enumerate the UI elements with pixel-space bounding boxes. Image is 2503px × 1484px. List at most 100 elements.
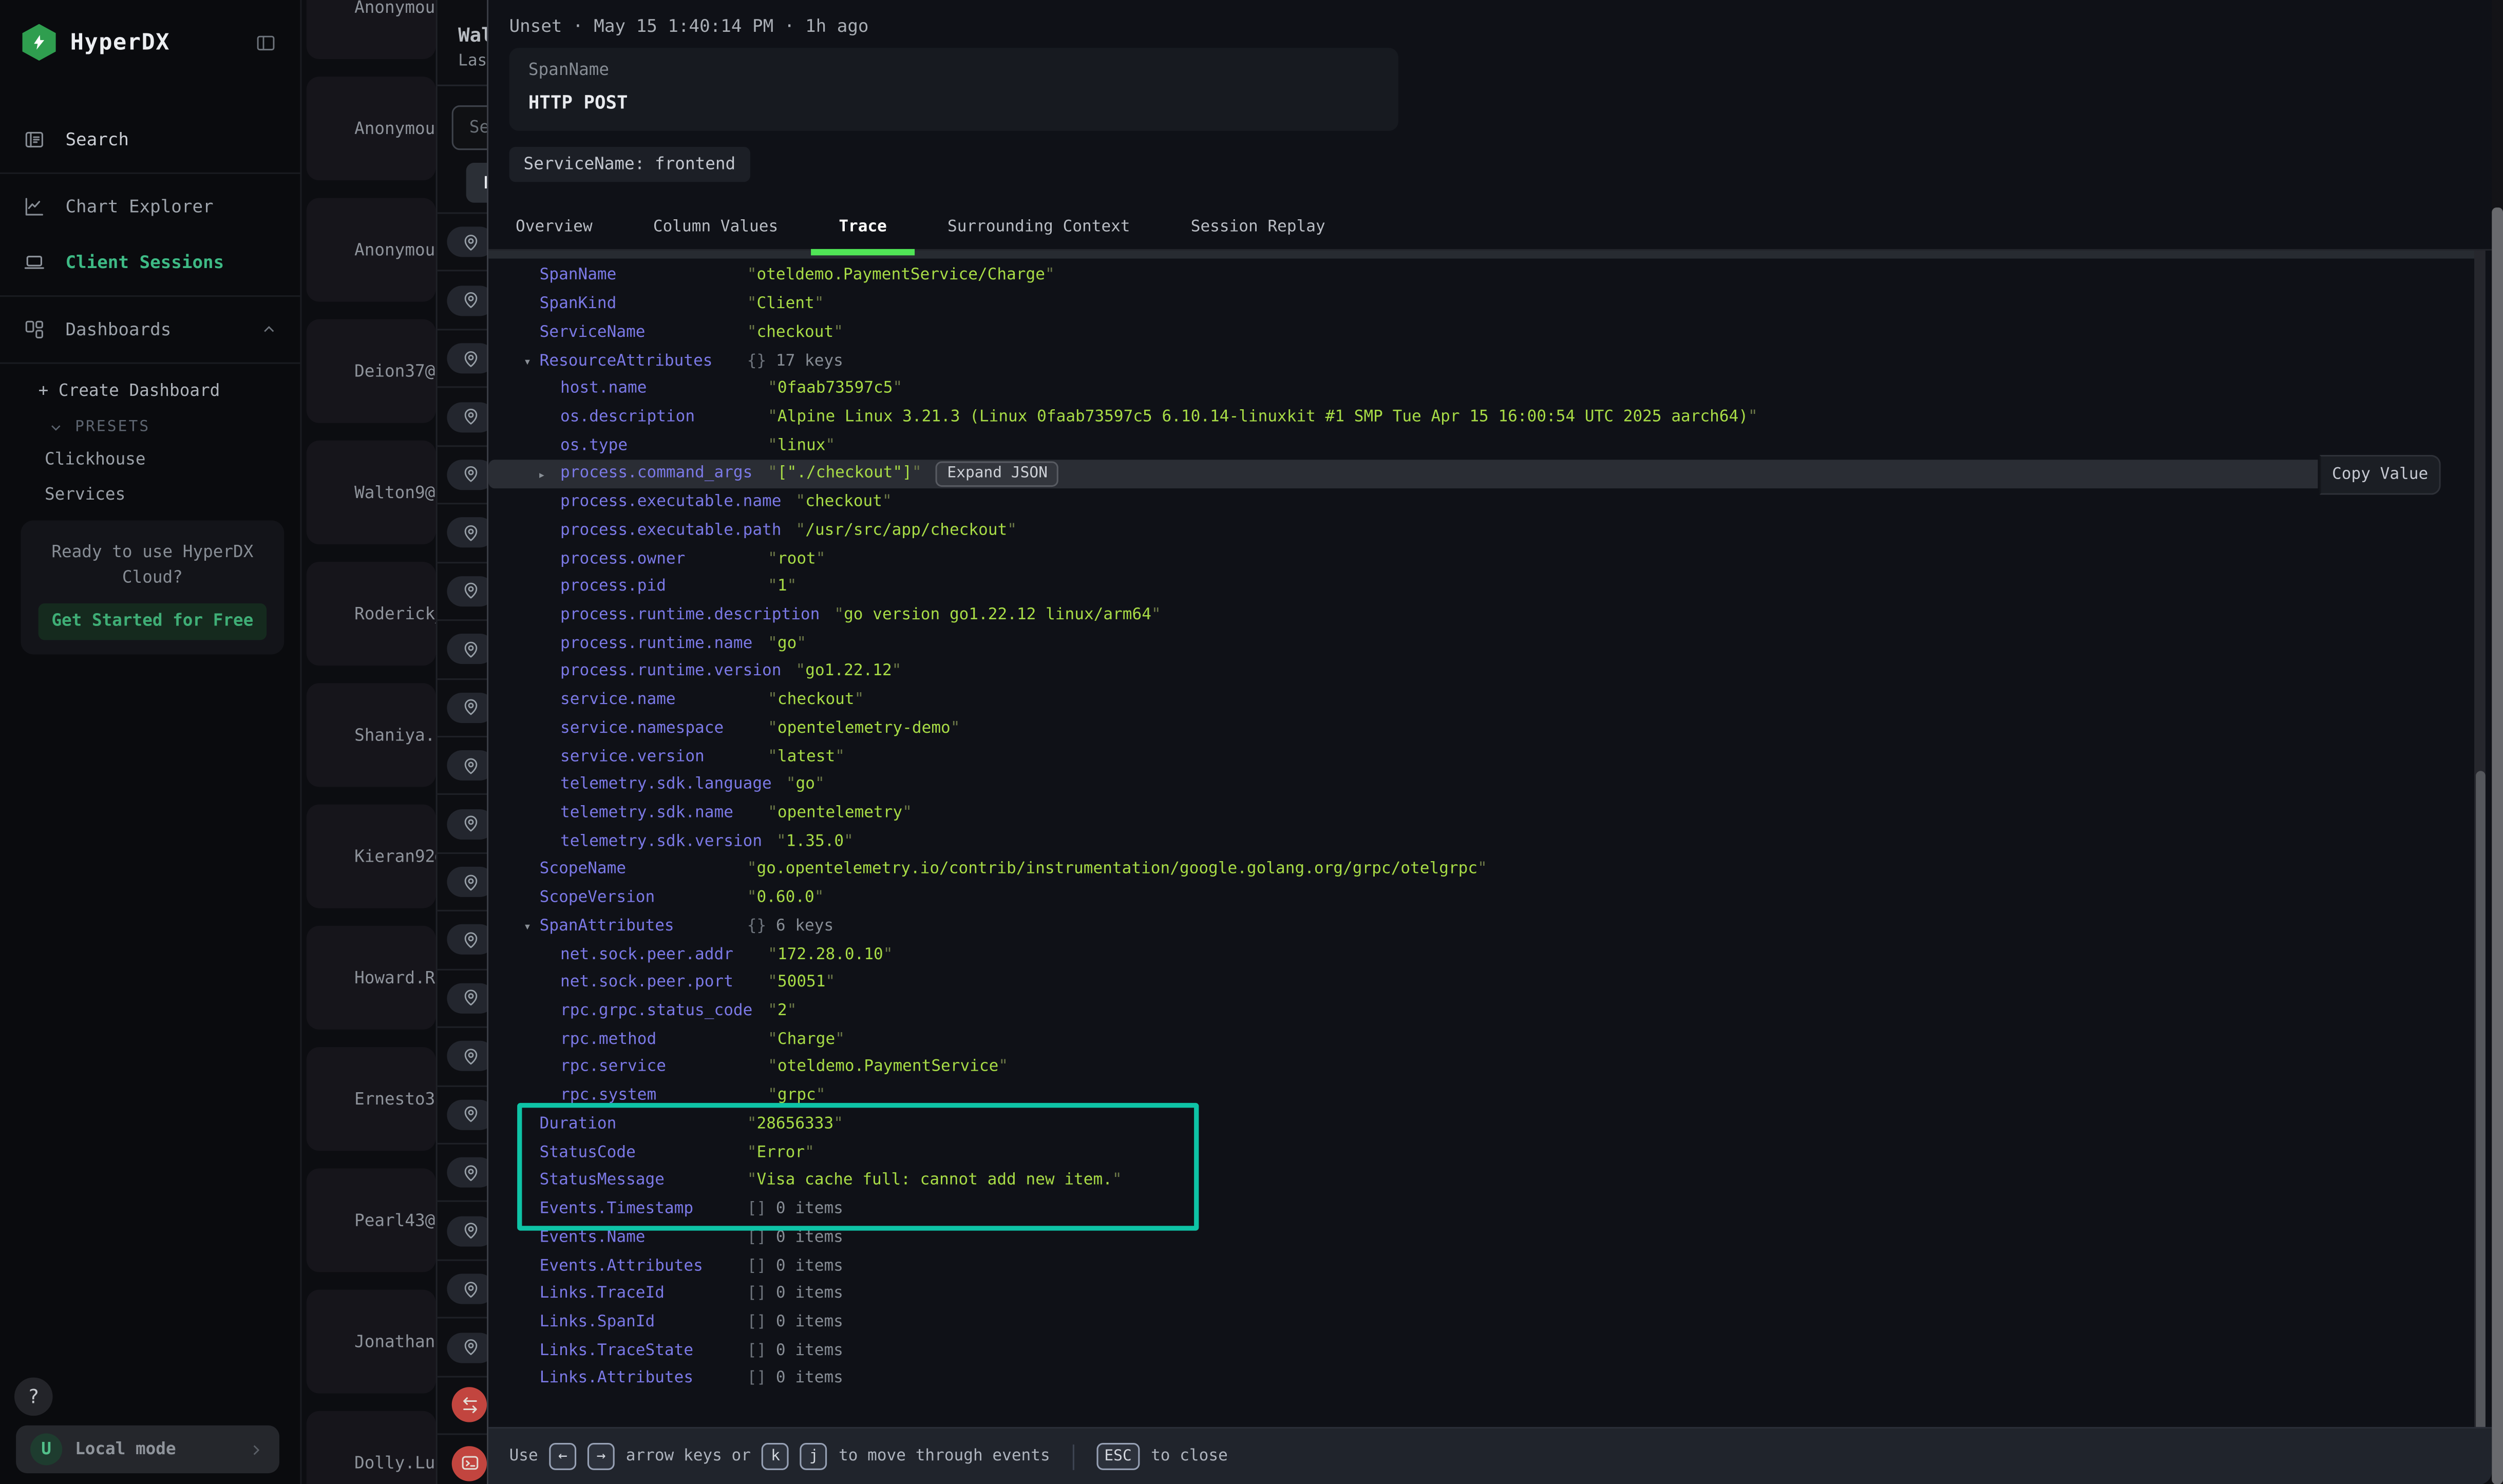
attribute-row-os.description[interactable]: os.description"Alpine Linux 3.21.3 (Linu… bbox=[488, 403, 2477, 431]
window-scrollbar-thumb[interactable] bbox=[2492, 207, 2502, 1484]
session-card[interactable]: Anonymous bbox=[307, 77, 436, 180]
local-mode-switcher[interactable]: U Local mode bbox=[16, 1425, 279, 1473]
session-event-row[interactable] bbox=[438, 736, 494, 794]
attribute-row-process.command_args[interactable]: ▸process.command_args"["./checkout"]"Exp… bbox=[488, 460, 2318, 488]
attribute-row-os.type[interactable]: os.type"linux" bbox=[488, 431, 2477, 460]
session-card[interactable]: Ernesto33@ bbox=[307, 1047, 436, 1151]
session-event-row[interactable] bbox=[438, 561, 494, 619]
sidebar-item-search[interactable]: Search bbox=[0, 112, 300, 168]
attribute-row-telemetry.sdk.language[interactable]: telemetry.sdk.language"go" bbox=[488, 771, 2477, 799]
session-event-row[interactable] bbox=[438, 1317, 494, 1375]
session-card[interactable]: Shaniya.Sc bbox=[307, 683, 436, 787]
session-card[interactable]: Deion37@gm bbox=[307, 319, 436, 423]
attribute-row-service.name[interactable]: service.name"checkout" bbox=[488, 686, 2477, 714]
attribute-row-telemetry.sdk.version[interactable]: telemetry.sdk.version"1.35.0" bbox=[488, 827, 2477, 855]
session-event-row[interactable] bbox=[438, 619, 494, 677]
presets-header[interactable]: PRESETS bbox=[0, 410, 300, 442]
attribute-row-Events.Timestamp[interactable]: Events.Timestamp[] 0 items bbox=[488, 1195, 2477, 1223]
collapse-caret-icon[interactable]: ▾ bbox=[524, 354, 532, 368]
session-event-row[interactable] bbox=[438, 329, 494, 387]
session-card[interactable]: Kieran92@h bbox=[307, 805, 436, 908]
session-event-row[interactable] bbox=[438, 1026, 494, 1085]
tab-overview[interactable]: Overview bbox=[516, 204, 593, 249]
session-event-row[interactable] bbox=[438, 1201, 494, 1259]
session-event-row[interactable] bbox=[438, 1143, 494, 1201]
window-scrollbar[interactable] bbox=[2491, 0, 2503, 1484]
attribute-row-process.runtime.version[interactable]: process.runtime.version"go1.22.12" bbox=[488, 658, 2477, 686]
service-name-chip[interactable]: ServiceName: frontend bbox=[509, 147, 750, 182]
session-event-row[interactable] bbox=[438, 271, 494, 329]
attributes-scrollbar[interactable] bbox=[2474, 251, 2486, 1427]
attribute-row-process.executable.path[interactable]: process.executable.path"/usr/src/app/che… bbox=[488, 516, 2477, 544]
attribute-row-StatusMessage[interactable]: StatusMessage"Visa cache full: cannot ad… bbox=[488, 1167, 2477, 1195]
attribute-row-Links.TraceState[interactable]: Links.TraceState[] 0 items bbox=[488, 1337, 2477, 1365]
expand-json-button[interactable]: Expand JSON bbox=[936, 461, 1059, 487]
session-event-row[interactable] bbox=[438, 1376, 494, 1434]
session-event-row[interactable] bbox=[438, 503, 494, 561]
tab-trace[interactable]: Trace bbox=[839, 204, 887, 249]
get-started-button[interactable]: Get Started for Free bbox=[39, 603, 267, 640]
session-event-row[interactable] bbox=[438, 1434, 494, 1484]
attribute-row-rpc.method[interactable]: rpc.method"Charge" bbox=[488, 1025, 2477, 1054]
session-event-row[interactable] bbox=[438, 1085, 494, 1143]
attribute-row-SpanKind[interactable]: SpanKind"Client" bbox=[488, 290, 2477, 318]
attribute-row-ScopeVersion[interactable]: ScopeVersion"0.60.0" bbox=[488, 884, 2477, 912]
session-event-row[interactable] bbox=[438, 387, 494, 445]
attribute-row-SpanAttributes[interactable]: ▾SpanAttributes{} 6 keys bbox=[488, 912, 2477, 941]
tab-column-values[interactable]: Column Values bbox=[653, 204, 778, 249]
session-event-row[interactable] bbox=[438, 212, 494, 270]
session-card[interactable]: Anonymous bbox=[307, 198, 436, 301]
attribute-row-rpc.grpc.status_code[interactable]: rpc.grpc.status_code"2" bbox=[488, 997, 2477, 1025]
attribute-row-process.runtime.name[interactable]: process.runtime.name"go" bbox=[488, 630, 2477, 658]
preset-item-services[interactable]: Services bbox=[0, 477, 300, 512]
attribute-row-ScopeName[interactable]: ScopeName"go.opentelemetry.io/contrib/in… bbox=[488, 855, 2477, 884]
sidebar-item-chart-explorer[interactable]: Chart Explorer bbox=[0, 179, 300, 235]
session-event-row[interactable] bbox=[438, 445, 494, 503]
attribute-row-Events.Name[interactable]: Events.Name[] 0 items bbox=[488, 1223, 2477, 1251]
attribute-row-ResourceAttributes[interactable]: ▾ResourceAttributes{} 17 keys bbox=[488, 347, 2477, 375]
attribute-row-Duration[interactable]: Duration"28656333" bbox=[488, 1110, 2477, 1138]
session-card[interactable]: Anonymous bbox=[307, 0, 436, 59]
attribute-row-telemetry.sdk.name[interactable]: telemetry.sdk.name"opentelemetry" bbox=[488, 799, 2477, 827]
sidebar-item-client-sessions[interactable]: Client Sessions bbox=[0, 235, 300, 291]
attribute-row-Links.Attributes[interactable]: Links.Attributes[] 0 items bbox=[488, 1365, 2477, 1393]
session-card[interactable]: Jonathan.B bbox=[307, 1290, 436, 1394]
session-event-row[interactable] bbox=[438, 794, 494, 852]
attribute-row-StatusCode[interactable]: StatusCode"Error" bbox=[488, 1138, 2477, 1167]
preset-item-clickhouse[interactable]: Clickhouse bbox=[0, 442, 300, 477]
session-event-row[interactable] bbox=[438, 968, 494, 1026]
expand-caret-icon[interactable]: ▸ bbox=[538, 467, 546, 481]
tab-surrounding-context[interactable]: Surrounding Context bbox=[947, 204, 1130, 249]
session-event-row[interactable] bbox=[438, 910, 494, 968]
attribute-row-net.sock.peer.addr[interactable]: net.sock.peer.addr"172.28.0.10" bbox=[488, 941, 2477, 969]
collapse-sidebar-icon[interactable] bbox=[254, 31, 278, 54]
session-card[interactable]: Walton9@ho bbox=[307, 441, 436, 544]
session-card[interactable]: Roderick_S bbox=[307, 562, 436, 665]
attribute-row-rpc.service[interactable]: rpc.service"oteldemo.PaymentService" bbox=[488, 1054, 2477, 1082]
session-event-row[interactable] bbox=[438, 1259, 494, 1317]
session-card[interactable]: Pearl43@ho bbox=[307, 1168, 436, 1272]
attribute-row-process.pid[interactable]: process.pid"1" bbox=[488, 573, 2477, 601]
attribute-row-Links.TraceId[interactable]: Links.TraceId[] 0 items bbox=[488, 1280, 2477, 1308]
sidebar-item-dashboards[interactable]: Dashboards bbox=[0, 301, 300, 357]
create-dashboard-button[interactable]: + Create Dashboard bbox=[0, 369, 300, 410]
attribute-row-ServiceName[interactable]: ServiceName"checkout" bbox=[488, 318, 2477, 347]
session-card[interactable]: Dolly.Lubo bbox=[307, 1411, 436, 1484]
attribute-row-process.owner[interactable]: process.owner"root" bbox=[488, 545, 2477, 573]
session-event-row[interactable] bbox=[438, 852, 494, 910]
tab-session-replay[interactable]: Session Replay bbox=[1191, 204, 1325, 249]
attribute-row-process.executable.name[interactable]: process.executable.name"checkout" bbox=[488, 488, 2477, 516]
scrollbar-thumb[interactable] bbox=[2475, 771, 2485, 1433]
attribute-row-Events.Attributes[interactable]: Events.Attributes[] 0 items bbox=[488, 1251, 2477, 1280]
attribute-row-service.namespace[interactable]: service.namespace"opentelemetry-demo" bbox=[488, 714, 2477, 743]
attribute-row-rpc.system[interactable]: rpc.system"grpc" bbox=[488, 1082, 2477, 1110]
session-event-row[interactable] bbox=[438, 678, 494, 736]
attribute-row-Links.SpanId[interactable]: Links.SpanId[] 0 items bbox=[488, 1308, 2477, 1337]
collapse-caret-icon[interactable]: ▾ bbox=[524, 920, 532, 934]
help-button[interactable]: ? bbox=[14, 1378, 53, 1416]
attribute-row-net.sock.peer.port[interactable]: net.sock.peer.port"50051" bbox=[488, 969, 2477, 997]
attribute-row-SpanName[interactable]: SpanName"oteldemo.PaymentService/Charge" bbox=[488, 262, 2477, 290]
attribute-row-host.name[interactable]: host.name"0faab73597c5" bbox=[488, 375, 2477, 403]
attribute-row-service.version[interactable]: service.version"latest" bbox=[488, 743, 2477, 771]
session-card[interactable]: Howard.Run bbox=[307, 926, 436, 1030]
